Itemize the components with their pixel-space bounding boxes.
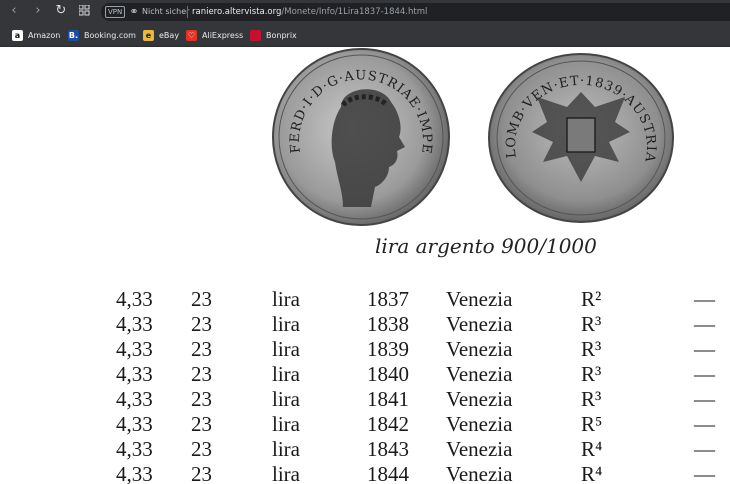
bookmark-amazon[interactable]: a Amazon (12, 29, 60, 42)
mint-cell: Venezia (446, 312, 513, 336)
price-cell: — (694, 437, 715, 461)
page-content: FERD·I·D·G·AUSTRIAE·IMPERATOR· LOMB·VEN·… (0, 47, 730, 484)
mint-cell: Venezia (446, 337, 513, 361)
ebay-icon: e (143, 30, 154, 41)
weight-cell: 4,33 (116, 462, 153, 484)
mint-cell: Venezia (446, 412, 513, 436)
weight-cell: 4,33 (116, 362, 153, 386)
url-host: raniero.altervista.org (192, 7, 282, 17)
denomination-cell: lira (272, 462, 300, 484)
year-cell: 1842 (367, 412, 409, 436)
weight-cell: 4,33 (116, 437, 153, 461)
browser-toolbar: ‹ › ↻ VPN ⚭ Nicht sicher raniero.altervi… (0, 0, 730, 24)
address-bar[interactable]: VPN ⚭ Nicht sicher raniero.altervista.or… (101, 3, 730, 21)
bookmark-bonprix[interactable]: Bonprix (250, 29, 297, 42)
denomination-cell: lira (272, 312, 300, 336)
weight-cell: 4,33 (116, 337, 153, 361)
coin-obverse-image: FERD·I·D·G·AUSTRIAE·IMPERATOR· (271, 47, 450, 226)
table-row: 4,33 23 lira 1842 Venezia R⁵ — (0, 412, 730, 437)
table-row: 4,33 23 lira 1839 Venezia R³ — (0, 337, 730, 362)
mint-cell: Venezia (446, 287, 513, 311)
bookmark-label: Booking.com (84, 31, 136, 40)
year-cell: 1844 (367, 462, 409, 484)
bookmark-label: AliExpress (202, 31, 244, 40)
table-row: 4,33 23 lira 1838 Venezia R³ — (0, 312, 730, 337)
booking-icon: B. (68, 30, 79, 41)
bookmark-aliexpress[interactable]: ♡ AliExpress (186, 29, 243, 42)
weight-cell: 4,33 (116, 387, 153, 411)
security-status[interactable]: Nicht sicher (142, 5, 189, 19)
diameter-cell: 23 (191, 362, 212, 386)
table-row: 4,33 23 lira 1841 Venezia R³ — (0, 387, 730, 412)
denomination-cell: lira (272, 362, 300, 386)
aliexpress-icon: ♡ (186, 30, 197, 41)
diameter-cell: 23 (191, 462, 212, 484)
address-separator (187, 6, 188, 18)
price-cell: — (694, 362, 715, 386)
mint-cell: Venezia (446, 387, 513, 411)
table-row: 4,33 23 lira 1837 Venezia R² — (0, 287, 730, 312)
price-cell: — (694, 462, 715, 484)
bookmark-booking[interactable]: B. Booking.com (68, 29, 136, 42)
denomination-cell: lira (272, 412, 300, 436)
weight-cell: 4,33 (116, 287, 153, 311)
coin-reverse-image: LOMB·VEN·ET·1839·AUSTRIAE· (487, 52, 674, 223)
forward-icon[interactable]: › (30, 3, 46, 19)
table-row: 4,33 23 lira 1840 Venezia R³ — (0, 362, 730, 387)
bonprix-icon (250, 30, 261, 41)
mint-cell: Venezia (446, 437, 513, 461)
price-cell: — (694, 287, 715, 311)
mint-cell: Venezia (446, 462, 513, 484)
year-cell: 1839 (367, 337, 409, 361)
diameter-cell: 23 (191, 287, 212, 311)
denomination-cell: lira (272, 337, 300, 361)
denomination-cell: lira (272, 437, 300, 461)
weight-cell: 4,33 (116, 312, 153, 336)
table-row: 4,33 23 lira 1844 Venezia R⁴ — (0, 462, 730, 484)
price-cell: — (694, 387, 715, 411)
price-cell: — (694, 337, 715, 361)
bookmark-label: Bonprix (266, 31, 297, 40)
denomination-cell: lira (272, 287, 300, 311)
rarity-cell: R⁴ (581, 437, 603, 461)
rarity-cell: R³ (581, 387, 602, 411)
rarity-cell: R⁵ (581, 412, 603, 436)
back-icon[interactable]: ‹ (6, 3, 22, 19)
apps-grid-icon[interactable] (76, 3, 92, 19)
rarity-cell: R² (581, 287, 602, 311)
rarity-cell: R³ (581, 362, 602, 386)
diameter-cell: 23 (191, 337, 212, 361)
vpn-badge[interactable]: VPN (105, 6, 126, 18)
diameter-cell: 23 (191, 412, 212, 436)
rarity-cell: R³ (581, 312, 602, 336)
price-cell: — (694, 412, 715, 436)
diameter-cell: 23 (191, 437, 212, 461)
weight-cell: 4,33 (116, 412, 153, 436)
globe-icon[interactable]: ⚭ (127, 5, 141, 19)
bookmark-ebay[interactable]: e eBay (143, 29, 179, 42)
denomination-cell: lira (272, 387, 300, 411)
url-path: /Monete/Info/1Lira1837-1844.html (281, 7, 428, 17)
mint-cell: Venezia (446, 362, 513, 386)
rarity-cell: R³ (581, 337, 602, 361)
coin-caption: lira argento 900/1000 (375, 234, 597, 258)
url-text[interactable]: raniero.altervista.org/Monete/Info/1Lira… (192, 5, 427, 19)
rarity-cell: R⁴ (581, 462, 603, 484)
bookmark-label: Amazon (28, 31, 61, 40)
diameter-cell: 23 (191, 312, 212, 336)
year-cell: 1843 (367, 437, 409, 461)
bookmarks-bar: a Amazon B. Booking.com e eBay ♡ AliExpress … (0, 24, 730, 47)
amazon-icon: a (12, 30, 23, 41)
year-cell: 1837 (367, 287, 409, 311)
bookmark-label: eBay (159, 31, 180, 40)
reload-icon[interactable]: ↻ (53, 3, 69, 19)
year-cell: 1838 (367, 312, 409, 336)
year-cell: 1841 (367, 387, 409, 411)
diameter-cell: 23 (191, 387, 212, 411)
price-cell: — (694, 312, 715, 336)
year-cell: 1840 (367, 362, 409, 386)
table-row: 4,33 23 lira 1843 Venezia R⁴ — (0, 437, 730, 462)
